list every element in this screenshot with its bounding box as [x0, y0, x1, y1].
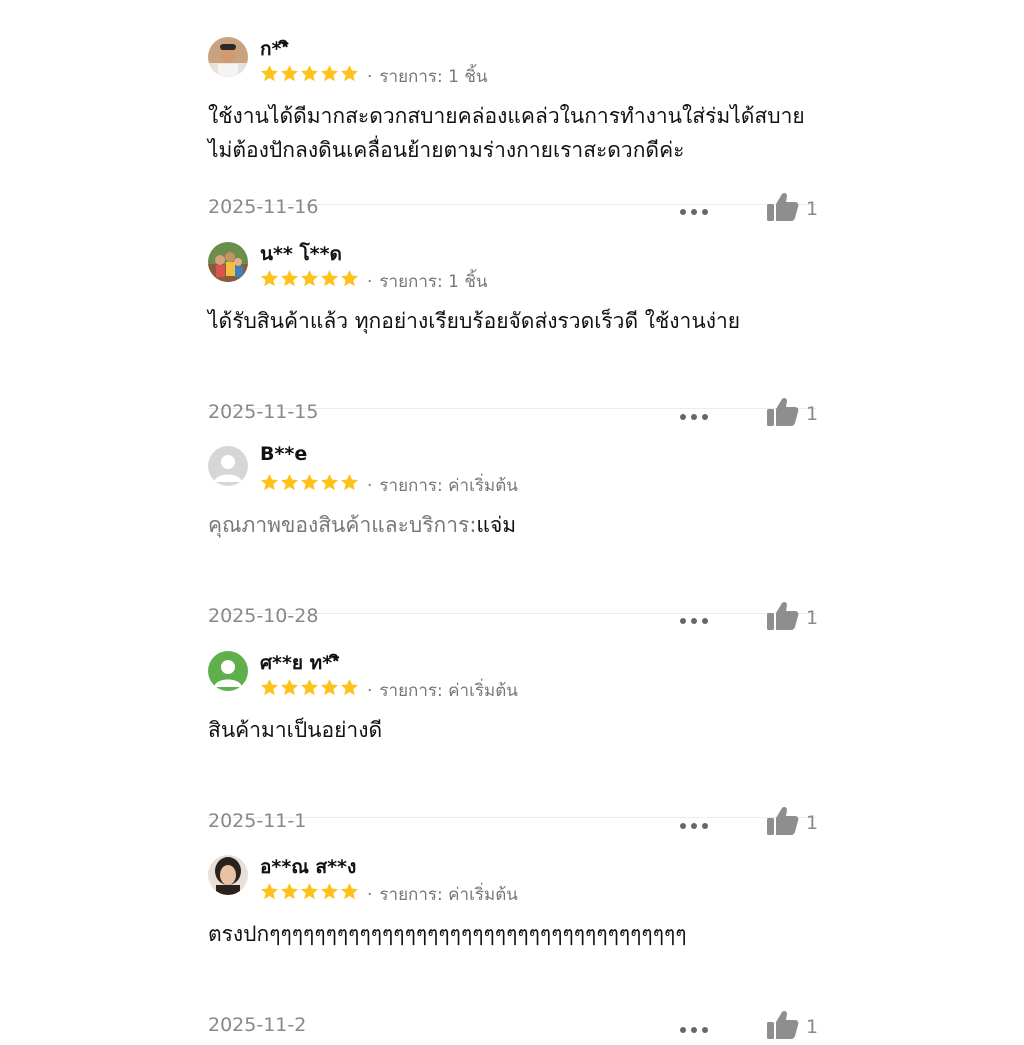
username: ก**ิ: [260, 38, 289, 60]
like-count: 1: [806, 1016, 819, 1038]
variation-label: รายการ:: [379, 476, 449, 496]
star-icon: [300, 882, 319, 905]
star-icon: [300, 269, 319, 292]
star-icon: [280, 473, 299, 496]
star-icon: [340, 64, 359, 87]
star-rating: [260, 882, 359, 905]
username: B**e: [260, 443, 308, 465]
variation-info: · รายการ: 1 ชิ้น: [367, 67, 488, 87]
star-icon: [300, 64, 319, 87]
star-icon: [280, 64, 299, 87]
variation-value: ค่าเริ่มต้น: [448, 476, 518, 496]
star-icon: [260, 64, 279, 87]
variation-value: ค่าเริ่มต้น: [448, 885, 518, 905]
username: อ**ณ ส**ง: [260, 856, 357, 878]
variation-value: 1 ชิ้น: [448, 271, 488, 292]
username: ศ**ย ท**ิ: [260, 651, 340, 674]
variation-label: รายการ:: [379, 271, 449, 292]
star-icon: [320, 473, 339, 496]
star-rating: [260, 473, 359, 496]
variation-label: รายการ:: [379, 67, 449, 87]
variation-info: · รายการ: ค่าเริ่มต้น: [367, 476, 518, 496]
variation-info: · รายการ: ค่าเริ่มต้น: [367, 680, 518, 701]
review-item: ศ**ย ท**ิ · รายการ: ค่าเริ่มต้น สินค้ามาเ…: [208, 614, 818, 835]
star-icon: [340, 882, 359, 905]
star-rating: [260, 64, 359, 87]
review-item: B**e · รายการ: ค่าเริ่มต้น คุณภาพของสินค้…: [208, 409, 818, 630]
thumbs-up-icon: [766, 1009, 800, 1045]
star-icon: [340, 269, 359, 292]
star-icon: [260, 678, 279, 701]
variation-info: · รายการ: 1 ชิ้น: [367, 271, 488, 292]
star-icon: [280, 882, 299, 905]
star-rating: [260, 678, 359, 701]
username: น** โ**ด: [260, 242, 342, 265]
star-rating: [260, 269, 359, 292]
review-text-content: สินค้ามาเป็นอย่างดี: [208, 717, 383, 742]
avatar[interactable]: [208, 650, 248, 691]
avatar[interactable]: [208, 446, 248, 486]
star-icon: [280, 269, 299, 292]
variation-value: ค่าเริ่มต้น: [448, 680, 518, 701]
review-date: 2025-11-2: [208, 1014, 307, 1036]
star-icon: [300, 473, 319, 496]
review-text: ได้รับสินค้าแล้ว ทุกอย่างเรียบร้อยจัดส่ง…: [208, 304, 816, 338]
review-text: ตรงปกๆๆๆๆๆๆๆๆๆๆๆๆๆๆๆๆๆๆๆๆๆๆๆๆๆๆๆๆๆๆๆๆๆๆๆ…: [208, 917, 816, 951]
review-text-content: ตรงปกๆๆๆๆๆๆๆๆๆๆๆๆๆๆๆๆๆๆๆๆๆๆๆๆๆๆๆๆๆๆๆๆๆๆๆ…: [208, 922, 687, 946]
variation-label: รายการ:: [379, 680, 449, 701]
star-icon: [260, 269, 279, 292]
like-button[interactable]: 1: [766, 1009, 818, 1045]
review-text-content: ใช้งานได้ดีมากสะดวกสบายคล่องแคล่วในการทำ…: [208, 104, 805, 162]
review-text-content: ได้รับสินค้าแล้ว ทุกอย่างเรียบร้อยจัดส่ง…: [208, 308, 741, 333]
star-icon: [340, 678, 359, 701]
review-text-prefix: คุณภาพของสินค้าและบริการ:: [208, 513, 477, 537]
variation-value: 1 ชิ้น: [448, 67, 488, 87]
star-icon: [320, 882, 339, 905]
ellipsis-icon: [680, 1027, 708, 1033]
avatar[interactable]: [208, 855, 248, 895]
star-icon: [260, 882, 279, 905]
variation-label: รายการ:: [379, 885, 449, 905]
review-text: คุณภาพของสินค้าและบริการ:แจ่ม: [208, 508, 816, 542]
avatar[interactable]: [208, 241, 248, 282]
variation-info: · รายการ: ค่าเริ่มต้น: [367, 885, 518, 905]
review-text: สินค้ามาเป็นอย่างดี: [208, 713, 816, 747]
review-text-content: แจ่ม: [476, 513, 517, 537]
star-icon: [320, 269, 339, 292]
more-options-button[interactable]: [678, 1020, 710, 1033]
review-item: อ**ณ ส**ง · รายการ: ค่าเริ่มต้น ตรงปกๆๆๆๆ…: [208, 818, 818, 1039]
review-item: ก**ิ · รายการ: 1 ชิ้น ใช้งานได้ดีมากสะดวก…: [208, 0, 818, 221]
star-icon: [320, 64, 339, 87]
review-list: ก**ิ · รายการ: 1 ชิ้น ใช้งานได้ดีมากสะดวก…: [208, 0, 818, 1039]
star-icon: [260, 473, 279, 496]
review-text: ใช้งานได้ดีมากสะดวกสบายคล่องแคล่วในการทำ…: [208, 99, 816, 167]
star-icon: [300, 678, 319, 701]
star-icon: [320, 678, 339, 701]
review-item: น** โ**ด · รายการ: 1 ชิ้น ได้รับสินค้าแล้…: [208, 205, 818, 426]
star-icon: [280, 678, 299, 701]
avatar[interactable]: [208, 37, 248, 77]
star-icon: [340, 473, 359, 496]
